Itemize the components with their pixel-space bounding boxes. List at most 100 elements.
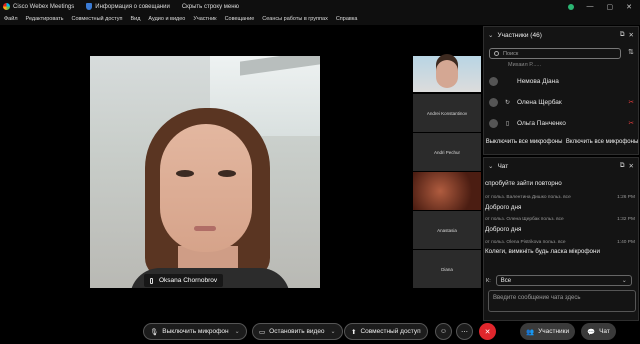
collapse-chevron-icon[interactable]: ⌄ <box>488 31 493 39</box>
more-icon: ⋯ <box>461 328 468 336</box>
sender: от польз. Олена Щербак польз. все <box>485 217 564 222</box>
participant-thumbnail[interactable]: Andrei Konstantinov <box>413 94 481 132</box>
muted-mic-icon[interactable]: ✂ <box>629 98 634 106</box>
camera-icon: ▭ <box>259 328 266 336</box>
status-icon <box>567 3 574 10</box>
chat-input-placeholder: Введите сообщение чата здесь <box>493 295 581 301</box>
chat-label: Чат <box>599 328 610 335</box>
thumbnail-name: Diana <box>441 266 453 272</box>
collapse-chevron-icon[interactable]: ⌄ <box>488 162 493 170</box>
participant-row[interactable]: ↻ Олена Щербак ✂ <box>489 92 634 112</box>
sort-icon[interactable]: ⇅ <box>628 48 634 56</box>
menu-edit[interactable]: Редактировать <box>26 16 64 22</box>
sender: от польз. Olena Pistrikova польз. все <box>485 240 566 245</box>
menu-help[interactable]: Справка <box>336 16 358 22</box>
chat-message-text: спробуйте зайти повторно <box>485 180 562 187</box>
bulk-mic-actions: Выключить все микрофоны Включить все мик… <box>484 139 640 145</box>
participant-thumbnail[interactable]: Anastasia <box>413 211 481 249</box>
partial-participant-row: Михаил Р...... <box>508 62 542 68</box>
left-eye <box>176 170 194 177</box>
active-speaker-video[interactable] <box>90 56 320 288</box>
avatar <box>489 118 498 128</box>
speaker-mouth <box>194 226 216 231</box>
chat-message-text: Доброго дня <box>485 226 522 233</box>
chevron-down-icon: ⌄ <box>621 278 627 284</box>
stop-video-button[interactable]: ▭ Остановить видео ⌄ <box>252 323 343 340</box>
thumbnail-name: Andrei Konstantinov <box>426 110 468 116</box>
shield-icon <box>86 3 93 10</box>
menu-meeting[interactable]: Совещание <box>225 16 255 22</box>
sender: от польз. Валентина Дишко польз. все <box>485 195 571 200</box>
participants-title: Участники (46) <box>497 31 542 39</box>
unmute-all-button[interactable]: Включить все микрофоны <box>566 139 638 145</box>
phone-icon <box>150 277 153 284</box>
participant-thumbnail[interactable]: Andri Pechur <box>413 133 481 171</box>
participants-button[interactable]: 👥 Участники <box>520 323 576 340</box>
search-icon <box>494 51 499 56</box>
chat-button[interactable]: 💬 Чат <box>581 323 616 340</box>
close-icon[interactable]: ✕ <box>626 3 632 11</box>
mute-mic-label: Выключить микрофон <box>162 328 229 335</box>
participant-name: Немова Діана <box>517 77 559 85</box>
timestamp: 1:40 PM <box>617 240 635 245</box>
chat-header: ⌄ Чат ⧉ ✕ <box>484 158 638 174</box>
menu-breakout[interactable]: Сеансы работы в группах <box>262 16 328 22</box>
reactions-button[interactable]: ☺ <box>435 323 452 340</box>
popout-icon[interactable]: ⧉ <box>620 31 625 39</box>
chat-message-meta: от польз. Olena Pistrikova польз. все 1:… <box>485 240 635 245</box>
chat-bubble-icon: 💬 <box>587 328 596 336</box>
minimize-icon[interactable]: — <box>587 3 594 10</box>
participant-face <box>436 60 458 88</box>
smiley-icon: ☺ <box>439 328 448 335</box>
thumbnail-name: Andri Pechur <box>433 149 460 155</box>
participants-label: Участники <box>538 328 570 335</box>
chat-title: Чат <box>497 162 509 170</box>
muted-mic-icon[interactable]: ✂ <box>629 119 634 127</box>
right-eye <box>218 170 236 177</box>
share-label: Совместный доступ <box>360 328 421 335</box>
chat-message-input[interactable]: Введите сообщение чата здесь <box>488 290 636 312</box>
speaker-name-tag: Oksana Chornobrov <box>144 274 224 287</box>
maximize-icon[interactable]: ▢ <box>607 3 614 11</box>
close-icon[interactable]: ✕ <box>629 31 634 39</box>
chat-message-meta: от польз. Олена Щербак польз. все 1:32 P… <box>485 217 635 222</box>
participant-thumbnail[interactable]: Diana <box>413 250 481 288</box>
share-icon: ⬆ <box>351 328 357 336</box>
meeting-info-button[interactable]: Информация о совещании <box>86 3 170 10</box>
app-name: Cisco Webex Meetings <box>13 3 75 10</box>
menu-audio-video[interactable]: Аудио и видео <box>148 16 185 22</box>
chat-recipient-row: К: Все ⌄ <box>486 275 632 286</box>
mute-mic-button[interactable]: 🎙 Выключить микрофон ⌄ <box>143 323 247 340</box>
chat-message-text: Доброго дня <box>485 204 522 211</box>
menu-share[interactable]: Совместный доступ <box>72 16 123 22</box>
mute-all-button[interactable]: Выключить все микрофоны <box>486 139 563 145</box>
participant-row[interactable]: ▯ Ольга Панченко ✂ <box>489 113 634 133</box>
avatar <box>489 76 498 86</box>
chevron-down-icon[interactable]: ⌄ <box>235 328 240 335</box>
stop-video-label: Остановить видео <box>269 328 325 335</box>
chat-message-text: Колеги, вимкніть будь ласка мікрофони <box>485 248 601 255</box>
recipient-select[interactable]: Все ⌄ <box>495 275 632 286</box>
menu-file[interactable]: Файл <box>4 16 18 22</box>
hide-menu-bar-button[interactable]: Скрыть строку меню <box>182 4 239 10</box>
avatar <box>489 97 498 107</box>
meeting-info-label: Информация о совещании <box>95 3 170 10</box>
microphone-icon: 🎙 <box>150 328 159 336</box>
participant-search-input[interactable]: Поиск <box>489 48 621 59</box>
popout-icon[interactable]: ⧉ <box>620 162 625 170</box>
participant-thumbnail[interactable] <box>413 172 481 210</box>
close-icon: ✕ <box>484 328 491 336</box>
participant-thumbnail[interactable] <box>413 56 481 92</box>
participants-panel: ⌄ Участники (46) ⧉ ✕ Поиск ⇅ Михаил Р...… <box>483 26 639 155</box>
share-button[interactable]: ⬆ Совместный доступ <box>344 323 428 340</box>
end-meeting-button[interactable]: ✕ <box>479 323 496 340</box>
timestamp: 1:32 PM <box>617 217 635 222</box>
close-icon[interactable]: ✕ <box>629 162 634 170</box>
chevron-down-icon[interactable]: ⌄ <box>331 328 336 335</box>
menu-participant[interactable]: Участник <box>193 16 216 22</box>
more-options-button[interactable]: ⋯ <box>456 323 473 340</box>
participant-row[interactable]: Немова Діана <box>489 71 634 91</box>
chat-message-meta: от польз. Валентина Дишко польз. все 1:2… <box>485 195 635 200</box>
menu-view[interactable]: Вид <box>130 16 140 22</box>
webex-logo-icon <box>3 3 10 10</box>
